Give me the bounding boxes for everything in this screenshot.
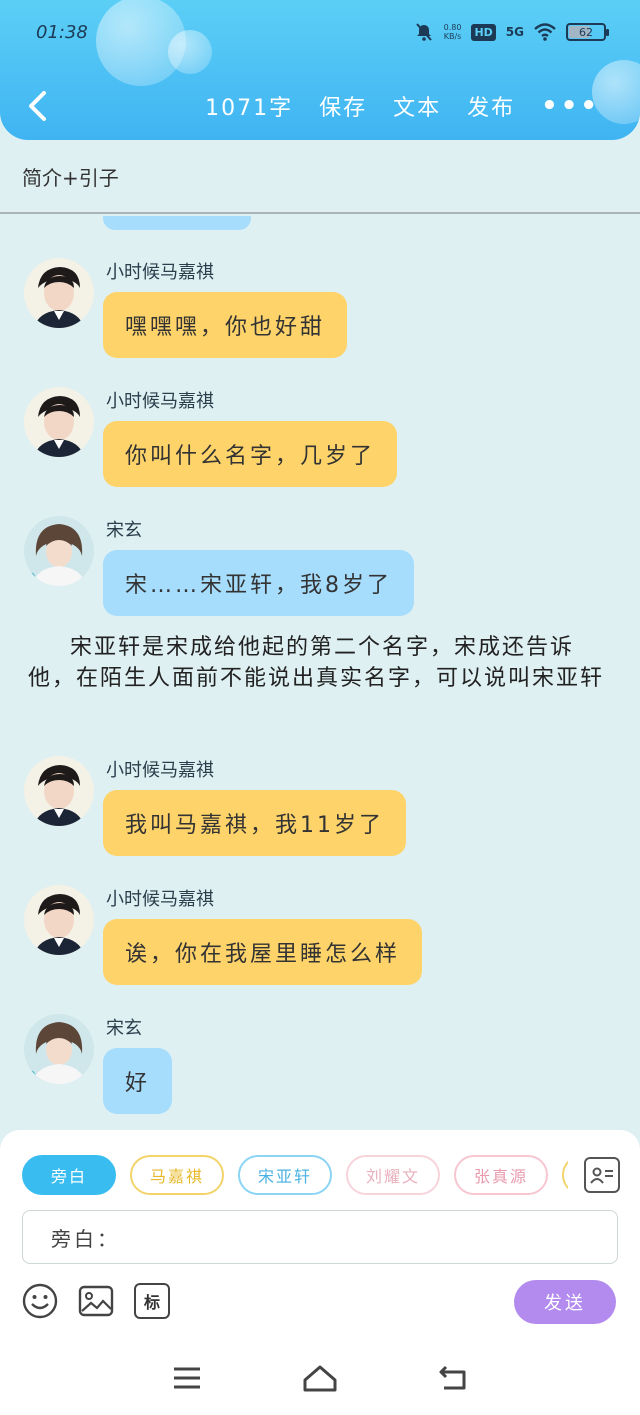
avatar[interactable] [24,1014,94,1084]
network-type: 5G [505,25,524,39]
compose-tools: 标 [22,1283,170,1319]
chat-area[interactable]: 小时候马嘉祺 嘿嘿嘿，你也好甜 小时候马嘉祺 你叫什么名字，几岁了 宋玄 宋……… [0,216,640,1130]
chevron-left-icon [29,91,46,121]
chat-bubble[interactable]: 嘿嘿嘿，你也好甜 [103,292,348,358]
net-speed-unit: KB/s [443,32,462,41]
avatar[interactable] [24,885,94,955]
text-button[interactable]: 文本 [393,90,441,122]
avatar[interactable] [24,387,94,457]
return-button[interactable] [433,1358,473,1398]
message-input[interactable]: 旁白： [22,1210,618,1264]
avatar[interactable] [24,756,94,826]
intro-section-title[interactable]: 简介+引子 [0,140,640,214]
sender-name: 小时候马嘉祺 [106,889,214,910]
save-button[interactable]: 保存 [319,90,367,122]
role-chip[interactable]: 宋亚轩 [238,1155,332,1195]
character-list-button[interactable] [584,1157,620,1193]
battery-icon: 62 [566,23,609,41]
sender-name: 小时候马嘉祺 [106,760,214,781]
system-nav-bar [0,1340,640,1415]
more-icon[interactable]: ••• [541,91,600,121]
role-chip-partial[interactable]: 丁 [562,1155,568,1195]
net-speed-value: 0.80 [443,23,462,32]
back-button[interactable] [22,86,52,126]
boy-avatar-icon [24,258,94,328]
chat-bubble[interactable]: 你叫什么名字，几岁了 [103,421,398,487]
girl-avatar-icon [24,516,94,586]
decor-bubble-small [168,30,212,74]
chat-bubble[interactable]: 诶，你在我屋里睡怎么样 [103,919,423,985]
role-chip-narrator[interactable]: 旁白 [22,1155,116,1195]
role-chip[interactable]: 张真源 [454,1155,548,1195]
role-selector: 旁白 马嘉祺 宋亚轩 刘耀文 张真源 丁 [22,1155,568,1197]
hd-badge: HD [471,23,496,41]
chat-bubble[interactable]: 我叫马嘉祺，我11岁了 [103,790,406,856]
sender-name: 宋玄 [106,520,142,541]
publish-button[interactable]: 发布 [467,90,515,122]
contact-card-icon [590,1167,613,1184]
return-icon [439,1365,466,1389]
role-chip[interactable]: 马嘉祺 [130,1155,224,1195]
home-icon [303,1365,337,1391]
wifi-icon [534,23,556,41]
boy-avatar-icon [24,885,94,955]
sender-name: 小时候马嘉祺 [106,262,214,283]
mute-bell-icon [415,23,432,41]
smile-icon [22,1283,58,1319]
chat-bubble[interactable]: 宋……宋亚轩，我8岁了 [103,550,414,616]
status-time: 01:38 [36,22,88,43]
send-button[interactable]: 发送 [514,1280,616,1324]
battery-level: 62 [579,25,593,39]
top-header: 01:38 0.80 KB/s HD 5G 62 1071字 保存 文本 发布 … [0,0,640,140]
narration-text[interactable]: 宋亚轩是宋成给他起的第二个名字，宋成还告诉他，在陌生人面前不能说出真实名字，可以… [28,632,613,694]
net-speed: 0.80 KB/s [444,23,462,41]
label-button[interactable]: 标 [134,1283,170,1319]
menu-button[interactable] [167,1358,207,1398]
chat-bubble[interactable]: 好 [103,1048,173,1114]
header-toolbar: 1071字 保存 文本 发布 ••• [205,90,600,122]
compose-panel: 旁白 马嘉祺 宋亚轩 刘耀文 张真源 丁 旁白： [0,1130,640,1340]
partial-chat-bubble [103,216,251,230]
menu-icon [173,1367,200,1388]
avatar[interactable] [24,516,94,586]
sender-name: 小时候马嘉祺 [106,391,214,412]
role-chip[interactable]: 刘耀文 [346,1155,440,1195]
image-button[interactable] [78,1283,114,1319]
avatar[interactable] [24,258,94,328]
boy-avatar-icon [24,387,94,457]
boy-avatar-icon [24,756,94,826]
word-count: 1071字 [205,96,294,121]
home-button[interactable] [300,1358,340,1398]
sender-name: 宋玄 [106,1018,142,1039]
girl-avatar-icon [24,1014,94,1084]
status-icons: 0.80 KB/s HD 5G 62 [414,22,609,42]
image-icon [78,1285,114,1317]
emoji-button[interactable] [22,1283,58,1319]
